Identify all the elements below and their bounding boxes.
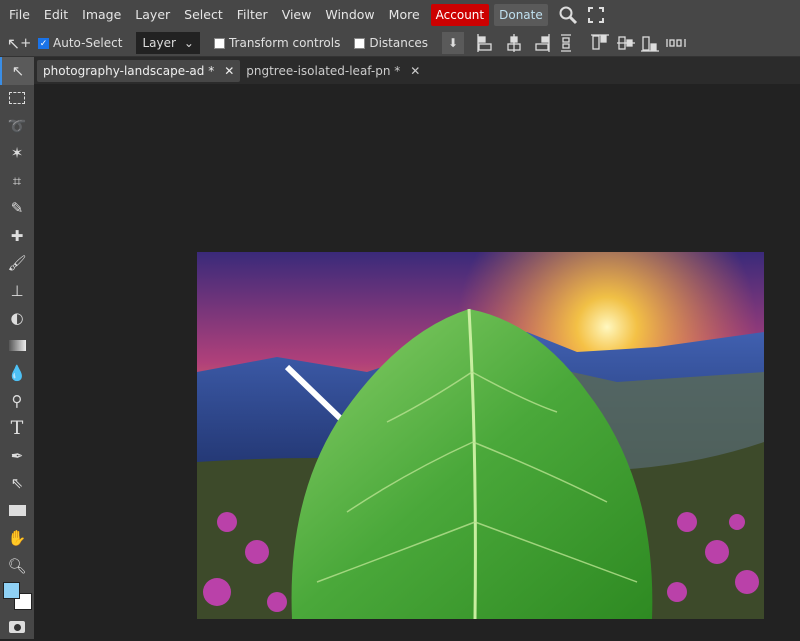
zoom-tool[interactable]: 🔍︎ — [0, 552, 34, 580]
gradient-tool[interactable] — [0, 332, 34, 360]
download-icon[interactable]: ⬇ — [442, 32, 464, 54]
fullscreen-icon[interactable] — [588, 7, 604, 23]
align-buttons[interactable] — [476, 33, 686, 53]
auto-select-checkbox[interactable]: ✓ Auto-Select — [38, 36, 122, 50]
transform-controls-checkbox[interactable]: Transform controls — [214, 36, 340, 50]
path-select-tool[interactable]: ⇖ — [0, 470, 34, 498]
stamp-tool[interactable]: ⊥ — [0, 277, 34, 305]
menu-layer[interactable]: Layer — [128, 0, 177, 30]
modified-indicator: * — [394, 64, 400, 78]
options-bar: ↖+ ✓ Auto-Select Layer ⌄ Transform control… — [0, 30, 800, 57]
menu-edit[interactable]: Edit — [37, 0, 75, 30]
align-right-icon — [536, 34, 549, 52]
close-icon[interactable]: ✕ — [224, 64, 234, 78]
tab-pngtree-leaf[interactable]: pngtree-isolated-leaf-pn * ✕ — [240, 60, 426, 82]
close-icon[interactable]: ✕ — [410, 64, 420, 78]
tab-label: pngtree-isolated-leaf-pn — [246, 64, 390, 78]
marquee-tool[interactable] — [0, 85, 34, 113]
distances-checkbox[interactable]: Distances — [354, 36, 428, 50]
document-canvas[interactable] — [197, 252, 764, 619]
quick-mask-icon[interactable] — [0, 614, 34, 641]
checkbox-icon — [354, 38, 365, 49]
menu-window[interactable]: Window — [318, 0, 381, 30]
search-icon[interactable] — [558, 5, 578, 25]
tab-label: photography-landscape-ad — [43, 64, 204, 78]
checkbox-checked-icon: ✓ — [38, 38, 49, 49]
brush-tool[interactable]: 🖌 — [0, 250, 34, 278]
pen-tool[interactable]: ✒ — [0, 442, 34, 470]
tools-panel: ↖ ➰ ✶ ⌗ ✎ ✚ 🖌 ⊥ ◐ 💧 ⚲ T ✒ ⇖ ✋ 🔍︎ — [0, 57, 34, 639]
layer-select[interactable]: Layer ⌄ — [136, 32, 200, 54]
menu-select[interactable]: Select — [177, 0, 230, 30]
magic-wand-tool[interactable]: ✶ — [0, 140, 34, 168]
blur-tool[interactable]: 💧 — [0, 360, 34, 388]
foreground-color-swatch[interactable] — [3, 582, 20, 599]
layer-select-value: Layer — [142, 36, 175, 50]
align-left-icon — [478, 34, 491, 52]
menu-image[interactable]: Image — [75, 0, 128, 30]
move-tool-icon: ↖+ — [0, 34, 38, 53]
eraser-tool[interactable]: ◐ — [0, 305, 34, 333]
eyedropper-tool[interactable]: ✎ — [0, 195, 34, 223]
modified-indicator: * — [208, 64, 214, 78]
canvas-image — [197, 252, 764, 619]
account-button[interactable]: Account — [431, 4, 489, 26]
donate-button[interactable]: Donate — [494, 4, 548, 26]
shape-tool[interactable] — [0, 497, 34, 525]
align-bottom-icon — [641, 37, 659, 51]
distribute-vertical-icon — [561, 35, 571, 51]
healing-tool[interactable]: ✚ — [0, 222, 34, 250]
menu-filter[interactable]: Filter — [230, 0, 275, 30]
auto-select-label: Auto-Select — [53, 36, 122, 50]
align-top-icon — [591, 35, 609, 49]
distribute-horizontal-icon — [667, 39, 685, 47]
menu-more[interactable]: More — [382, 0, 427, 30]
align-vcenter-icon — [617, 37, 635, 49]
crop-tool[interactable]: ⌗ — [0, 167, 34, 195]
document-tabs: photography-landscape-ad * ✕ pngtree-isol… — [34, 57, 800, 84]
menu-bar: File Edit Image Layer Select Filter View… — [0, 0, 800, 30]
dodge-tool[interactable]: ⚲ — [0, 387, 34, 415]
chevron-down-icon: ⌄ — [184, 36, 194, 50]
color-swatches[interactable] — [0, 580, 34, 614]
distances-label: Distances — [369, 36, 428, 50]
checkbox-icon — [214, 38, 225, 49]
lasso-tool[interactable]: ➰ — [0, 112, 34, 140]
menu-view[interactable]: View — [275, 0, 319, 30]
menu-file[interactable]: File — [2, 0, 37, 30]
type-tool[interactable]: T — [0, 415, 34, 443]
tab-photography-landscape[interactable]: photography-landscape-ad * ✕ — [37, 60, 240, 82]
hand-tool[interactable]: ✋ — [0, 525, 34, 553]
align-hcenter-icon — [508, 34, 520, 52]
transform-controls-label: Transform controls — [229, 36, 340, 50]
move-tool[interactable]: ↖ — [0, 57, 34, 85]
